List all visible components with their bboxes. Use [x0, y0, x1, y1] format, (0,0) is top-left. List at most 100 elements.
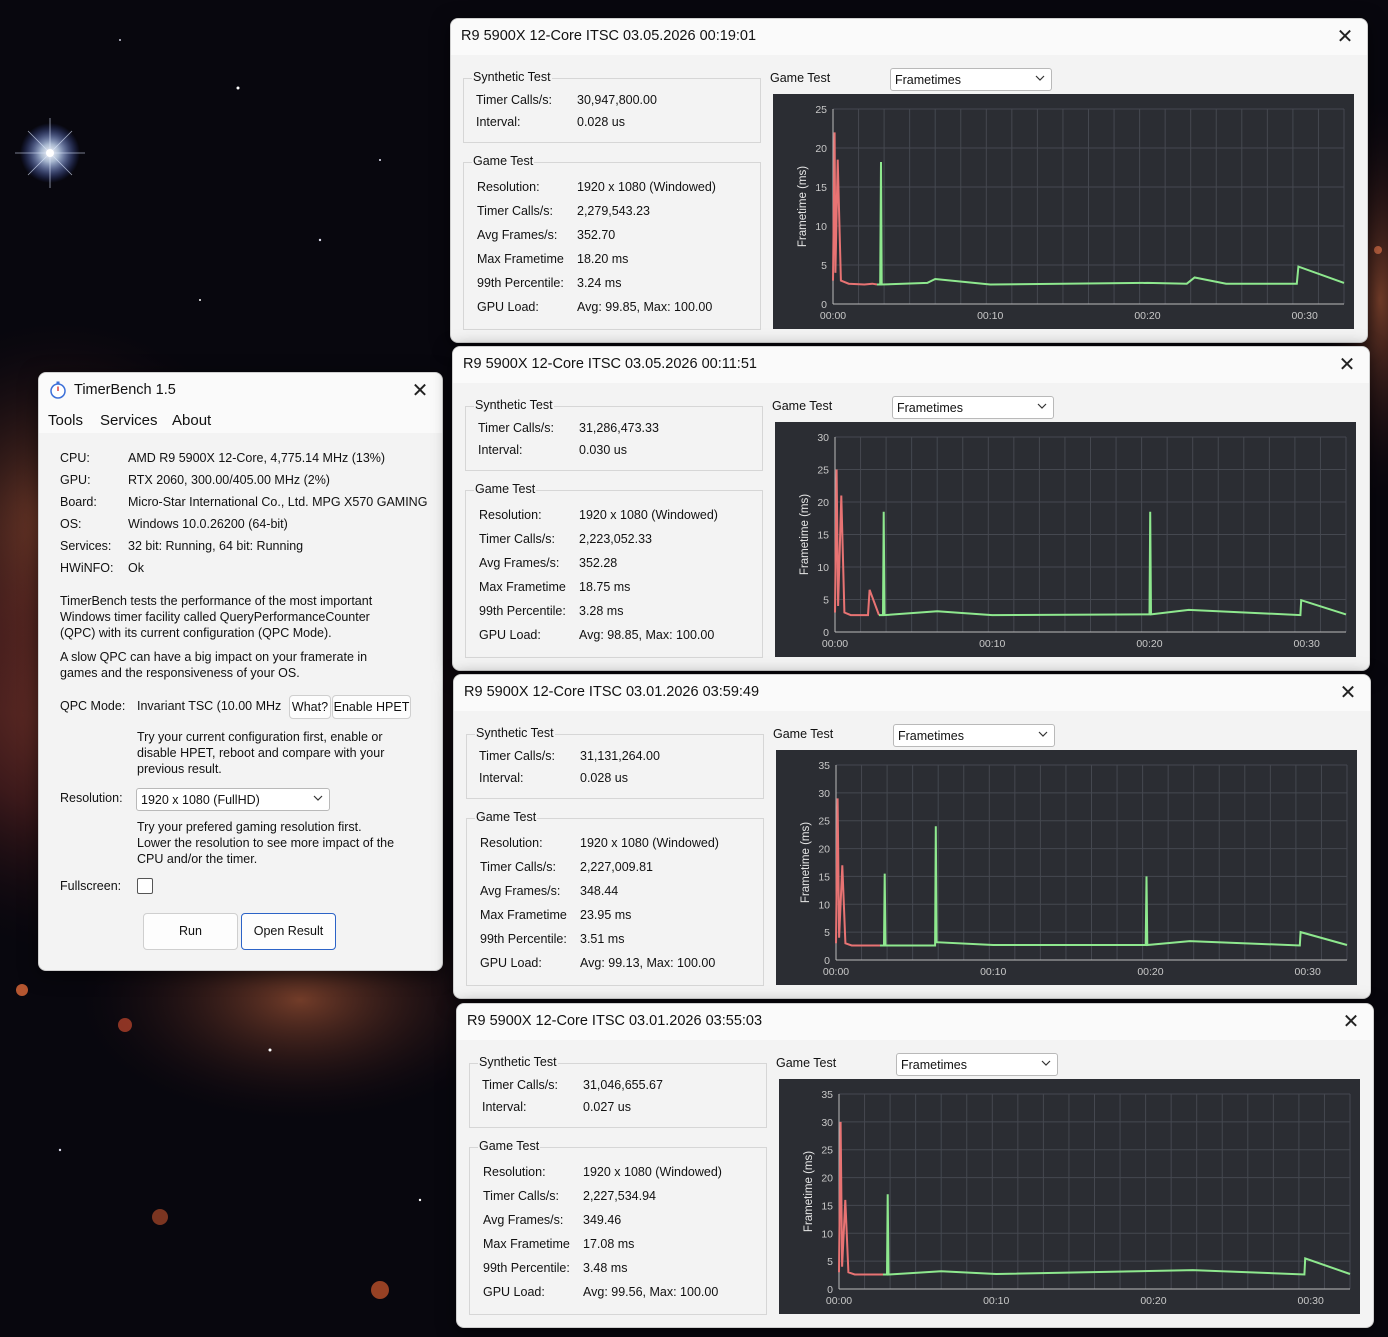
close-icon[interactable]: ✕	[1334, 679, 1362, 707]
y-tick-label: 35	[821, 1089, 833, 1101]
avg-frames-value: 352.70	[577, 228, 616, 242]
qpc-mode-value: Invariant TSC (10.00 MHz	[137, 699, 282, 713]
gpu-load-label: GPU Load:	[477, 300, 539, 314]
fullscreen-checkbox[interactable]	[137, 878, 153, 894]
chart-svg: 0510152025303500:00 00:10 00:20 00:30Framet…	[803, 1089, 1351, 1307]
synthetic-timer-calls-value: 30,947,800.00	[577, 93, 657, 107]
qpc-hint: Try your current configuration first, en…	[137, 730, 385, 776]
result-titlebar[interactable]: R9 5900X 12-Core ITSC 03.01.2026 03:59:4…	[454, 675, 1370, 711]
x-tick-label: 00:30	[1294, 638, 1320, 650]
open-result-button[interactable]: Open Result	[241, 913, 336, 950]
synthetic-test-group: Synthetic Test Timer Calls/s: 30,947,800.0…	[463, 70, 761, 143]
game-resolution-label: Resolution:	[479, 508, 542, 522]
game-timer-calls-value: 2,227,009.81	[580, 860, 653, 874]
p99-value: 3.28 ms	[579, 604, 624, 618]
result-titlebar[interactable]: R9 5900X 12-Core ITSC 03.05.2026 00:19:0…	[451, 19, 1367, 55]
main-titlebar[interactable]: TimerBench 1.5 ✕	[39, 373, 442, 407]
x-tick-label: 00:20	[1136, 638, 1162, 650]
avg-frames-label: Avg Frames/s:	[477, 228, 558, 242]
description-warning: A slow QPC can have a big impact on your…	[60, 650, 368, 680]
chart-type-select[interactable]: Frametimes	[893, 724, 1055, 747]
close-icon[interactable]: ✕	[406, 377, 434, 405]
max-frametime-value: 23.95 ms	[580, 908, 632, 922]
y-axis-label: Frametime (ms)	[800, 822, 812, 903]
chart-type-select[interactable]: Frametimes	[892, 396, 1054, 419]
y-axis-label: Frametime (ms)	[799, 494, 811, 575]
result-window-title: R9 5900X 12-Core ITSC 03.05.2026 00:11:5…	[463, 356, 757, 372]
y-axis-label: Frametime (ms)	[797, 166, 809, 247]
synthetic-test-label: Synthetic Test	[472, 70, 552, 84]
y-tick-label: 30	[818, 788, 830, 800]
x-tick-label: 00:00	[820, 310, 846, 322]
synthetic-interval-label: Interval:	[482, 1100, 527, 1114]
chart-type-select[interactable]: Frametimes	[896, 1053, 1058, 1076]
services-value: 32 bit: Running, 64 bit: Running	[128, 539, 304, 553]
result-window: R9 5900X 12-Core ITSC 03.01.2026 03:55:0…	[456, 1003, 1374, 1328]
resolution-select[interactable]: 1920 x 1080 (FullHD)	[136, 788, 330, 811]
resolution-hint: Try your prefered gaming resolution firs…	[137, 820, 395, 866]
max-frametime-label: Max Frametime	[479, 580, 566, 594]
run-button[interactable]: Run	[143, 913, 238, 950]
game-test-group: Game Test Resolution: 1920 x 1080 (Windowe…	[466, 810, 764, 986]
close-icon[interactable]: ✕	[1333, 351, 1361, 379]
synthetic-interval-value: 0.028 us	[580, 771, 628, 785]
game-timer-calls-label: Timer Calls/s:	[477, 204, 553, 218]
result-titlebar[interactable]: R9 5900X 12-Core ITSC 03.05.2026 00:11:5…	[453, 347, 1369, 383]
hwinfo-value: Ok	[128, 561, 144, 575]
avg-frames-label: Avg Frames/s:	[480, 884, 561, 898]
result-window: R9 5900X 12-Core ITSC 03.01.2026 03:59:4…	[453, 674, 1371, 999]
p99-label: 99th Percentile:	[477, 276, 564, 290]
max-frametime-label: Max Frametime	[483, 1237, 570, 1251]
game-resolution-value: 1920 x 1080 (Windowed)	[580, 836, 719, 850]
result-titlebar[interactable]: R9 5900X 12-Core ITSC 03.01.2026 03:55:0…	[457, 1004, 1373, 1040]
chevron-down-icon	[313, 795, 323, 801]
what-button[interactable]: What?	[289, 695, 331, 719]
y-tick-label: 5	[821, 260, 827, 272]
menu-services[interactable]: Services	[100, 412, 158, 429]
chart-type-select[interactable]: Frametimes	[890, 68, 1052, 91]
p99-label: 99th Percentile:	[483, 1261, 570, 1275]
game-resolution-value: 1920 x 1080 (Windowed)	[583, 1165, 722, 1179]
x-tick-label: 00:30	[1295, 966, 1321, 978]
game-timer-calls-value: 2,279,543.23	[577, 204, 650, 218]
y-tick-label: 20	[815, 143, 827, 155]
synthetic-test-label: Synthetic Test	[474, 398, 554, 412]
os-label: OS:	[60, 517, 82, 531]
frametime-series-line	[834, 469, 880, 617]
gpu-load-label: GPU Load:	[479, 628, 541, 642]
close-icon[interactable]: ✕	[1337, 1008, 1365, 1036]
max-frametime-value: 17.08 ms	[583, 1237, 635, 1251]
frametime-series-line	[877, 161, 1345, 286]
y-tick-label: 35	[818, 760, 830, 772]
menu-tools[interactable]: Tools	[48, 412, 83, 429]
enable-hpet-button[interactable]: Enable HPET	[332, 695, 411, 719]
y-tick-label: 20	[818, 844, 830, 856]
game-timer-calls-value: 2,227,534.94	[583, 1189, 656, 1203]
chevron-down-icon	[1035, 75, 1045, 81]
synthetic-interval-value: 0.030 us	[579, 443, 627, 457]
y-tick-label: 25	[818, 816, 830, 828]
chart-game-test-label: Game Test	[772, 399, 833, 413]
hwinfo-label: HWiNFO:	[60, 561, 114, 575]
game-test-group: Game Test Resolution: 1920 x 1080 (Windowe…	[465, 482, 763, 658]
game-resolution-label: Resolution:	[483, 1165, 546, 1179]
y-tick-label: 20	[817, 497, 829, 509]
chevron-down-icon	[1037, 403, 1047, 409]
x-tick-label: 00:20	[1134, 310, 1160, 322]
game-test-label: Game Test	[478, 1139, 541, 1153]
gpu-label: GPU:	[60, 473, 91, 487]
close-icon[interactable]: ✕	[1331, 23, 1359, 51]
game-resolution-label: Resolution:	[477, 180, 540, 194]
gpu-load-value: Avg: 98.85, Max: 100.00	[579, 628, 715, 642]
game-test-label: Game Test	[475, 810, 538, 824]
result-window: R9 5900X 12-Core ITSC 03.05.2026 00:11:5…	[452, 346, 1370, 671]
result-window-title: R9 5900X 12-Core ITSC 03.05.2026 00:19:0…	[461, 28, 757, 44]
synthetic-test-group: Synthetic Test Timer Calls/s: 31,046,655.6…	[469, 1055, 767, 1128]
frametime-series-line	[832, 132, 878, 286]
synthetic-test-group: Synthetic Test Timer Calls/s: 31,131,264.0…	[466, 726, 764, 799]
menu-about[interactable]: About	[172, 412, 211, 429]
y-tick-label: 15	[818, 871, 830, 883]
board-label: Board:	[60, 495, 97, 509]
y-tick-label: 20	[821, 1173, 833, 1185]
game-test-label: Game Test	[472, 154, 535, 168]
